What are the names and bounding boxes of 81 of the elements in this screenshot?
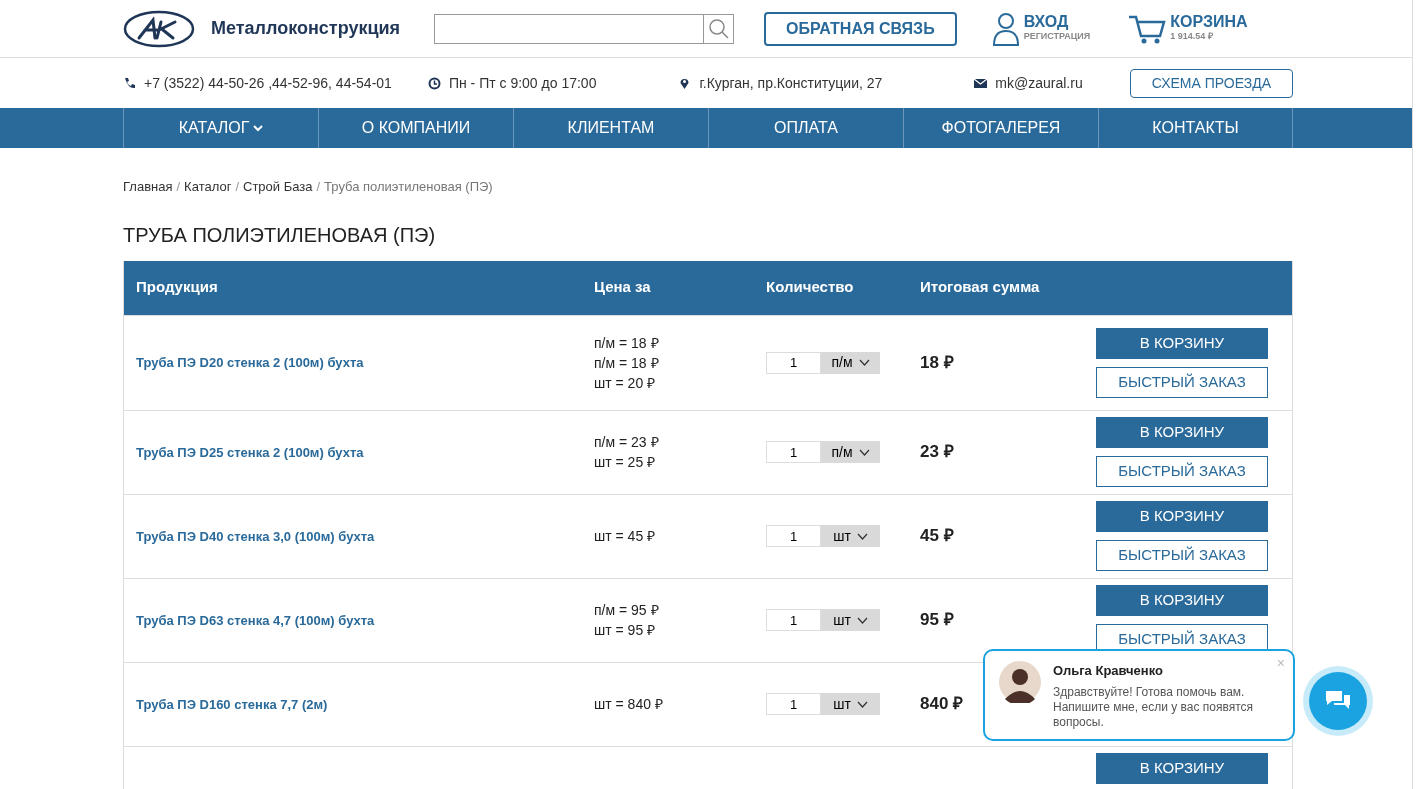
price-text: шт = 25 ₽	[594, 453, 657, 472]
login-link[interactable]: ВХОД	[1023, 13, 1091, 30]
breadcrumb-separator: /	[316, 178, 321, 196]
column-header: Цена за	[594, 278, 651, 296]
unit-dropdown[interactable]: шт	[821, 525, 880, 547]
column-header: Продукция	[136, 278, 218, 296]
product-link[interactable]: Труба ПЭ D25 стенка 2 (100м) бухта	[136, 444, 364, 460]
add-to-cart-button[interactable]: В КОРЗИНУ	[1096, 752, 1268, 784]
quantity-field[interactable]: 1	[766, 525, 821, 547]
total-price: 840 ₽	[920, 694, 964, 714]
chevron-down-icon	[856, 616, 868, 624]
nav-item[interactable]: О КОМПАНИИ	[318, 108, 513, 148]
total-price: 18 ₽	[920, 352, 954, 372]
logo-icon[interactable]	[123, 9, 195, 48]
nav-item[interactable]: КАТАЛОГ	[123, 108, 318, 148]
price-text: шт = 840 ₽	[594, 695, 664, 714]
unit-dropdown[interactable]: п/м	[821, 351, 880, 374]
total-price: 45 ₽	[920, 526, 954, 546]
info-text: Пн - Пт с 9:00 до 17:00	[448, 73, 597, 93]
clock-icon	[427, 76, 441, 90]
chevron-down-icon	[856, 700, 868, 708]
nav-item[interactable]: ОПЛАТА	[708, 108, 903, 148]
quick-order-button[interactable]: БЫСТРЫЙ ЗАКАЗ	[1096, 540, 1268, 571]
price-text: шт = 20 ₽	[594, 373, 657, 393]
page-title: ТРУБА ПОЛИЭТИЛЕНОВАЯ (ПЭ)	[123, 222, 437, 247]
column-header: Итоговая сумма	[920, 278, 1040, 296]
route-map-button[interactable]: СХЕМА ПРОЕЗДА	[1129, 68, 1293, 98]
cart-icon[interactable]	[1128, 13, 1167, 44]
avatar-icon	[999, 661, 1041, 703]
breadcrumb-separator: /	[176, 178, 181, 196]
email-link[interactable]: mk@zaural.ru	[995, 72, 1083, 94]
price-text: шт = 45 ₽	[594, 527, 657, 546]
nav-item[interactable]: ФОТОГАЛЕРЕЯ	[903, 108, 1098, 148]
total-price: 95 ₽	[920, 610, 954, 630]
add-to-cart-button[interactable]: В КОРЗИНУ	[1096, 501, 1268, 532]
quick-order-button[interactable]: БЫСТРЫЙ ЗАКАЗ	[1096, 366, 1268, 398]
add-to-cart-button[interactable]: В КОРЗИНУ	[1096, 327, 1268, 359]
breadcrumb-current: Труба полиэтиленовая (ПЭ)	[324, 178, 493, 196]
brand-name[interactable]: Металлоконструкция	[211, 15, 401, 42]
chat-message: Здравствуйте! Готова помочь вам. Напишите мне, если у вас появятся вопросы.	[1053, 684, 1255, 730]
breadcrumb-link[interactable]: Строй База	[243, 177, 313, 197]
cart-total: 1 914.54 ₽	[1170, 29, 1214, 43]
unit-dropdown[interactable]: п/м	[821, 441, 880, 463]
nav-item[interactable]: КЛИЕНТАМ	[513, 108, 708, 148]
product-link[interactable]: Труба ПЭ D63 стенка 4,7 (100м) бухта	[136, 612, 375, 628]
product-link[interactable]: Труба ПЭ D20 стенка 2 (100м) бухта	[136, 355, 364, 370]
quick-order-button[interactable]: БЫСТРЫЙ ЗАКАЗ	[1096, 456, 1268, 487]
price-text: п/м = 23 ₽	[594, 433, 660, 452]
quantity-field[interactable]: 1	[766, 441, 821, 463]
breadcrumb-link[interactable]: Каталог	[184, 177, 232, 197]
product-link[interactable]: Труба ПЭ D160 стенка 7,7 (2м)	[136, 696, 328, 712]
feedback-button[interactable]: ОБРАТНАЯ СВЯЗЬ	[764, 11, 957, 46]
product-link[interactable]: Труба ПЭ D40 стенка 3,0 (100м) бухта	[136, 528, 375, 544]
quantity-field[interactable]: 1	[766, 693, 821, 715]
price-text: шт = 95 ₽	[594, 621, 657, 640]
breadcrumb-link[interactable]: Главная	[123, 177, 173, 197]
price-text: п/м = 18 ₽	[594, 333, 660, 353]
chevron-down-icon	[858, 448, 870, 456]
chevron-down-icon	[856, 532, 868, 540]
chevron-down-icon	[858, 359, 870, 366]
unit-dropdown[interactable]: шт	[821, 693, 880, 715]
register-link[interactable]: РЕГИСТРАЦИЯ	[1023, 29, 1091, 44]
envelope-icon	[974, 76, 988, 90]
nav-item[interactable]: КОНТАКТЫ	[1098, 108, 1293, 148]
info-text: +7 (3522) 44-50-26 ,44-52-96, 44-54-01	[144, 73, 392, 93]
agent-name: Ольга Кравченко	[1053, 662, 1164, 680]
quantity-field[interactable]: 1	[766, 609, 821, 631]
user-icon[interactable]	[991, 11, 1020, 46]
info-text: г.Курган, пр.Конституции, 27	[699, 73, 883, 93]
breadcrumb-separator: /	[235, 178, 239, 196]
add-to-cart-button[interactable]: В КОРЗИНУ	[1096, 417, 1268, 448]
total-price: 23 ₽	[920, 442, 954, 462]
search-field[interactable]	[434, 13, 735, 44]
price-text: п/м = 18 ₽	[594, 353, 660, 373]
quantity-field[interactable]: 1	[766, 351, 821, 374]
price-text: п/м = 95 ₽	[594, 601, 660, 620]
unit-dropdown[interactable]: шт	[821, 609, 880, 631]
add-to-cart-button[interactable]: В КОРЗИНУ	[1096, 585, 1268, 616]
phone-icon	[123, 76, 136, 90]
column-header: Количество	[766, 278, 854, 296]
cart-link[interactable]: КОРЗИНА	[1170, 13, 1248, 30]
